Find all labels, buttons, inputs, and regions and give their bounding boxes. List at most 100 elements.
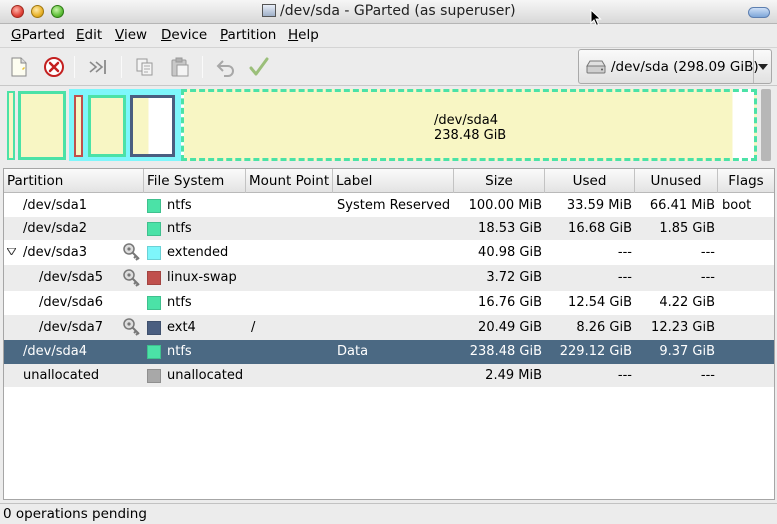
menu-label: dit xyxy=(84,27,103,43)
table-row[interactable]: /dev/sda2 ntfs 18.53 GiB 16.68 GiB 1.85 … xyxy=(4,217,774,240)
graph-partition-name: /dev/sda4 xyxy=(434,113,498,128)
cell-size: 40.98 GiB xyxy=(478,245,542,260)
resize-move-button[interactable] xyxy=(85,54,111,80)
column-header-partition[interactable]: Partition xyxy=(4,169,144,193)
cell-partition: /dev/sda6 xyxy=(39,295,103,310)
column-header-label[interactable]: Label xyxy=(333,169,454,193)
cell-unused: 66.41 MiB xyxy=(649,198,715,213)
column-header-mountpoint[interactable]: Mount Point xyxy=(246,169,333,193)
filesystem-color-swatch xyxy=(147,246,161,260)
graph-partition-sda3-extended[interactable] xyxy=(69,89,181,161)
toolbar-separator xyxy=(121,56,122,78)
filesystem-color-swatch xyxy=(147,345,161,359)
menu-label-mnemonic: E xyxy=(76,27,85,43)
cell-size: 18.53 GiB xyxy=(478,221,542,236)
menu-edit[interactable]: Edit xyxy=(76,27,102,43)
menu-label-mnemonic: D xyxy=(161,27,172,43)
table-row[interactable]: /dev/sda5 linux-swap 3.72 GiB --- --- xyxy=(4,265,774,291)
hard-disk-icon xyxy=(586,60,606,74)
cell-partition: /dev/sda2 xyxy=(23,221,87,236)
menu-partition[interactable]: Partition xyxy=(220,27,276,43)
copy-button[interactable] xyxy=(132,54,158,80)
status-bar: 0 operations pending xyxy=(0,503,777,524)
graph-partition-sda2[interactable] xyxy=(18,91,66,160)
cell-partition: unallocated xyxy=(23,368,100,383)
cell-partition: /dev/sda1 xyxy=(23,198,87,213)
undo-button[interactable] xyxy=(213,54,239,80)
cell-label: System Reserved xyxy=(337,198,451,213)
filesystem-color-swatch xyxy=(147,199,161,213)
column-header-used[interactable]: Used xyxy=(545,169,635,193)
paste-button[interactable] xyxy=(167,54,193,80)
cell-partition: /dev/sda4 xyxy=(23,344,87,359)
expander-arrow-icon[interactable] xyxy=(7,248,16,255)
maximize-window-button[interactable] xyxy=(51,5,64,18)
cell-filesystem: extended xyxy=(167,245,229,260)
new-partition-button[interactable] xyxy=(6,54,32,80)
minimize-window-button[interactable] xyxy=(31,5,44,18)
cell-unused: --- xyxy=(700,270,715,285)
cell-filesystem: ntfs xyxy=(167,198,192,213)
menu-label-mnemonic: H xyxy=(288,27,299,43)
column-header-filesystem[interactable]: File System xyxy=(144,169,246,193)
graph-partition-sda6[interactable] xyxy=(88,95,126,157)
graph-partition-sda5[interactable] xyxy=(74,95,83,157)
cell-filesystem: ntfs xyxy=(167,221,192,236)
cell-used: 33.59 MiB xyxy=(566,198,632,213)
apply-button[interactable] xyxy=(246,54,272,80)
close-window-button[interactable] xyxy=(11,5,24,18)
cell-unused: --- xyxy=(700,245,715,260)
cell-label: Data xyxy=(337,344,369,359)
graph-partition-size: 238.48 GiB xyxy=(434,128,507,143)
menu-label-mnemonic: P xyxy=(220,27,228,43)
cell-used: 8.26 GiB xyxy=(576,320,632,335)
delete-partition-button[interactable] xyxy=(41,54,67,80)
cell-filesystem: ntfs xyxy=(167,344,192,359)
table-row[interactable]: unallocated unallocated 2.49 MiB --- --- xyxy=(4,364,774,387)
dropdown-arrow[interactable] xyxy=(753,50,771,83)
table-row[interactable]: /dev/sda6 ntfs 16.76 GiB 12.54 GiB 4.22 … xyxy=(4,291,774,315)
filesystem-color-swatch xyxy=(147,369,161,383)
table-row[interactable]: /dev/sda3 extended 40.98 GiB --- --- xyxy=(4,240,774,265)
cell-size: 100.00 MiB xyxy=(468,198,542,213)
cell-filesystem: ext4 xyxy=(167,320,196,335)
cell-used: --- xyxy=(617,245,632,260)
cell-unused: 4.22 GiB xyxy=(659,295,715,310)
menu-label-mnemonic: V xyxy=(115,27,124,43)
column-header-unused[interactable]: Unused xyxy=(635,169,718,193)
table-row-selected[interactable]: /dev/sda4 ntfs Data 238.48 GiB 229.12 Gi… xyxy=(4,340,774,364)
table-row[interactable]: /dev/sda1 ntfs System Reserved 100.00 Mi… xyxy=(4,194,774,217)
menu-help[interactable]: Help xyxy=(288,27,319,43)
menu-label: evice xyxy=(171,27,208,43)
graph-scrollbar[interactable] xyxy=(761,89,771,161)
menu-label-mnemonic: G xyxy=(11,27,22,43)
column-header-flags[interactable]: Flags xyxy=(718,169,774,193)
partition-graph: /dev/sda4 238.48 GiB xyxy=(3,89,774,163)
cell-size: 16.76 GiB xyxy=(478,295,542,310)
key-icon xyxy=(123,243,140,261)
table-row[interactable]: /dev/sda7 ext4 / 20.49 GiB 8.26 GiB 12.2… xyxy=(4,315,774,340)
cell-used: --- xyxy=(617,368,632,383)
graph-partition-sda4[interactable]: /dev/sda4 238.48 GiB xyxy=(181,89,757,161)
graph-partition-sda4-label: /dev/sda4 238.48 GiB xyxy=(434,113,506,143)
menu-view[interactable]: View xyxy=(115,27,147,43)
menu-bar: GParted Edit View Device Partition Help xyxy=(0,25,777,47)
menu-device[interactable]: Device xyxy=(161,27,207,43)
apply-icon xyxy=(249,57,269,76)
graph-partition-sda7[interactable] xyxy=(130,95,175,157)
column-header-size[interactable]: Size xyxy=(454,169,545,193)
cell-used: --- xyxy=(617,270,632,285)
menu-label: Parted xyxy=(21,27,65,43)
graph-partition-sda1[interactable] xyxy=(7,91,15,160)
partition-table: Partition File System Mount Point Label … xyxy=(3,168,775,500)
cell-partition: /dev/sda3 xyxy=(23,245,87,260)
cell-size: 2.49 MiB xyxy=(485,368,542,383)
device-selector[interactable]: /dev/sda (298.09 GiB) xyxy=(578,49,772,84)
device-label: /dev/sda (298.09 GiB) xyxy=(611,58,759,75)
status-text: 0 operations pending xyxy=(3,506,147,522)
cell-unused: 9.37 GiB xyxy=(659,344,715,359)
paste-icon xyxy=(171,57,189,77)
menu-gparted[interactable]: GParted xyxy=(11,27,65,43)
menu-label: artition xyxy=(227,27,277,43)
toolbar-toggle-button[interactable] xyxy=(748,7,770,18)
